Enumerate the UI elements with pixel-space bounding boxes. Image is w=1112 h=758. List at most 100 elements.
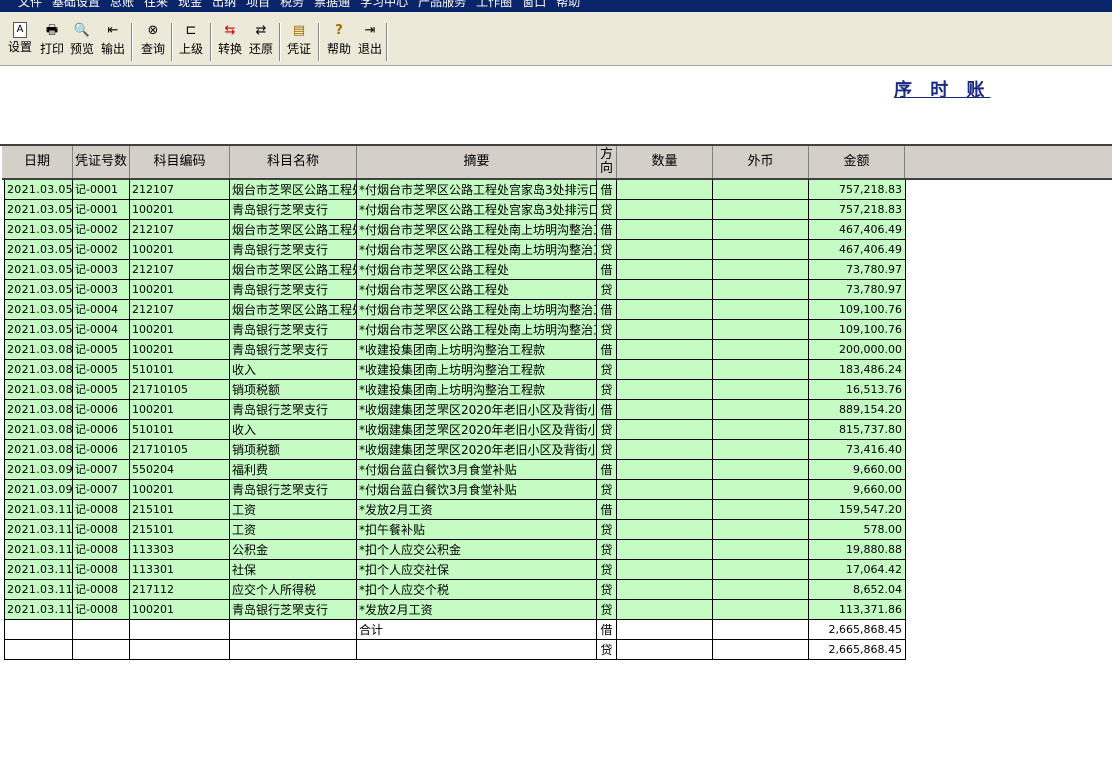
convert-button[interactable]: ⇆ 转换 bbox=[216, 22, 244, 62]
menu-item[interactable]: 出纳 bbox=[212, 0, 236, 8]
cell-voucher: 记-0005 bbox=[73, 340, 130, 360]
table-row[interactable]: 2021.03.08 记-0006 510101 收入 *收烟建集团芝罘区2020年老旧… bbox=[4, 420, 906, 440]
table-row[interactable]: 2021.03.08 记-0006 21710105 销项税额 *收烟建集团芝罘区202… bbox=[4, 440, 906, 460]
help-label: 帮助 bbox=[326, 42, 351, 56]
exit-button[interactable]: ⇥ 退出 bbox=[356, 22, 384, 62]
cell-summary bbox=[357, 640, 597, 660]
table-row[interactable]: 2021.03.08 记-0006 100201 青岛银行芝罘支行 *收烟建集团芝罘区2… bbox=[4, 400, 906, 420]
cell-foreign-currency bbox=[713, 460, 809, 480]
toolbar-separator bbox=[279, 23, 281, 61]
cell-date: 2021.03.05 bbox=[4, 260, 73, 280]
menu-item[interactable]: 工作圈 bbox=[476, 0, 512, 8]
voucher-button[interactable]: ▤ 凭证 bbox=[285, 22, 313, 62]
setup-button[interactable]: A 设置 bbox=[6, 22, 34, 62]
cell-date: 2021.03.05 bbox=[4, 220, 73, 240]
cell-date: 2021.03.11 bbox=[4, 600, 73, 620]
export-button[interactable]: ⇤ 输出 bbox=[99, 22, 127, 62]
table-row[interactable]: 2021.03.05 记-0001 100201 青岛银行芝罘支行 *付烟台市芝罘区公路… bbox=[4, 200, 906, 220]
menu-item[interactable]: 项目 bbox=[246, 0, 270, 8]
table-row[interactable]: 2021.03.05 记-0004 100201 青岛银行芝罘支行 *付烟台市芝罘区公路… bbox=[4, 320, 906, 340]
cell-voucher: 记-0005 bbox=[73, 360, 130, 380]
cell-foreign-currency bbox=[713, 400, 809, 420]
table-row[interactable]: 2021.03.05 记-0002 100201 青岛银行芝罘支行 *付烟台市芝罘区公路… bbox=[4, 240, 906, 260]
cell-quantity bbox=[617, 580, 713, 600]
total-row[interactable]: 贷 2,665,868.45 bbox=[4, 640, 906, 660]
table-row[interactable]: 2021.03.05 记-0003 100201 青岛银行芝罘支行 *付烟台市芝罘区公路… bbox=[4, 280, 906, 300]
table-row[interactable]: 2021.03.11 记-0008 215101 工资 *扣午餐补贴贷 578.00 bbox=[4, 520, 906, 540]
cell-quantity bbox=[617, 180, 713, 200]
query-label: 查询 bbox=[140, 42, 165, 56]
col-header-quantity[interactable]: 数量 bbox=[617, 146, 713, 178]
cell-voucher: 记-0008 bbox=[73, 560, 130, 580]
menu-item[interactable]: 税务 bbox=[280, 0, 304, 8]
cell-amount: 73,416.40 bbox=[809, 440, 906, 460]
table-row[interactable]: 2021.03.11 记-0008 113303 公积金 *扣个人应交公积金贷 19,88… bbox=[4, 540, 906, 560]
col-header-direction[interactable]: 方向 bbox=[597, 146, 617, 178]
cell-foreign-currency bbox=[713, 500, 809, 520]
menu-item[interactable]: 基础设置 bbox=[52, 0, 100, 8]
col-header-voucher[interactable]: 凭证号数 bbox=[73, 146, 130, 178]
cell-foreign-currency bbox=[713, 280, 809, 300]
table-row[interactable]: 2021.03.09 记-0007 100201 青岛银行芝罘支行 *付烟台蓝白餐饮3月… bbox=[4, 480, 906, 500]
cell-quantity bbox=[617, 400, 713, 420]
menu-item[interactable]: 帮助 bbox=[556, 0, 580, 8]
table-row[interactable]: 2021.03.08 记-0005 510101 收入 *收建投集团南上坊明沟整治工程款… bbox=[4, 360, 906, 380]
table-row[interactable]: 2021.03.11 记-0008 215101 工资 *发放2月工资借 159,547.… bbox=[4, 500, 906, 520]
col-header-foreign-currency[interactable]: 外币 bbox=[713, 146, 809, 178]
menu-item[interactable]: 总账 bbox=[110, 0, 134, 8]
col-header-account-name[interactable]: 科目名称 bbox=[230, 146, 357, 178]
menu-item[interactable]: 文件 bbox=[18, 0, 42, 8]
up-level-button[interactable]: ⊏ 上级 bbox=[177, 22, 205, 62]
cell-quantity bbox=[617, 440, 713, 460]
cell-voucher: 记-0008 bbox=[73, 500, 130, 520]
menu-item[interactable]: 往来 bbox=[144, 0, 168, 8]
col-header-date[interactable]: 日期 bbox=[2, 146, 73, 178]
table-row[interactable]: 2021.03.09 记-0007 550204 福利费 *付烟台蓝白餐饮3月食堂补贴借… bbox=[4, 460, 906, 480]
cell-summary: *收烟建集团芝罘区2020年老旧小区及背街小巷改造项目工程款 bbox=[357, 420, 597, 440]
col-header-summary[interactable]: 摘要 bbox=[357, 146, 597, 178]
menu-item[interactable]: 窗口 bbox=[522, 0, 546, 8]
cell-account-code: 212107 bbox=[130, 300, 230, 320]
table-row[interactable]: 2021.03.05 记-0004 212107 烟台市芝罘区公路工程处 *付烟台市芝罘… bbox=[4, 300, 906, 320]
table-row[interactable]: 2021.03.08 记-0005 21710105 销项税额 *收建投集团南上坊明沟整… bbox=[4, 380, 906, 400]
cell-summary: *付烟台蓝白餐饮3月食堂补贴 bbox=[357, 480, 597, 500]
cell-amount: 2,665,868.45 bbox=[809, 640, 906, 660]
cell-amount: 815,737.80 bbox=[809, 420, 906, 440]
cell-account-name: 应交个人所得税 bbox=[230, 580, 357, 600]
preview-button[interactable]: 🔍 预览 bbox=[68, 22, 96, 62]
cell-quantity bbox=[617, 480, 713, 500]
query-button[interactable]: ⊗ 查询 bbox=[139, 22, 167, 62]
menu-item[interactable]: 学习中心 bbox=[360, 0, 408, 8]
print-button[interactable]: 🖶 打印 bbox=[38, 22, 66, 62]
cell-account-code: 215101 bbox=[130, 520, 230, 540]
total-row[interactable]: 合计借 2,665,868.45 bbox=[4, 620, 906, 640]
cell-voucher: 记-0006 bbox=[73, 400, 130, 420]
cell-account-code: 212107 bbox=[130, 180, 230, 200]
cell-amount: 159,547.20 bbox=[809, 500, 906, 520]
table-row[interactable]: 2021.03.05 记-0003 212107 烟台市芝罘区公路工程处 *付烟台市芝罘… bbox=[4, 260, 906, 280]
cell-account-code: 21710105 bbox=[130, 380, 230, 400]
table-row[interactable]: 2021.03.11 记-0008 113301 社保 *扣个人应交社保贷 17,064.… bbox=[4, 560, 906, 580]
menu-item[interactable]: 票据通 bbox=[314, 0, 350, 8]
table-row[interactable]: 2021.03.08 记-0005 100201 青岛银行芝罘支行 *收建投集团南上坊明… bbox=[4, 340, 906, 360]
cell-direction: 贷 bbox=[597, 380, 617, 400]
restore-icon: ⇄ bbox=[255, 23, 267, 38]
cell-foreign-currency bbox=[713, 320, 809, 340]
help-button[interactable]: ? 帮助 bbox=[325, 22, 353, 62]
col-header-amount[interactable]: 金额 bbox=[809, 146, 905, 178]
toolbar-separator bbox=[386, 23, 388, 61]
cell-account-name bbox=[230, 620, 357, 640]
cell-foreign-currency bbox=[713, 600, 809, 620]
cell-date: 2021.03.05 bbox=[4, 300, 73, 320]
cell-direction: 贷 bbox=[597, 560, 617, 580]
col-header-account-code[interactable]: 科目编码 bbox=[130, 146, 230, 178]
table-row[interactable]: 2021.03.11 记-0008 217112 应交个人所得税 *扣个人应交个税贷 8,… bbox=[4, 580, 906, 600]
cell-voucher: 记-0005 bbox=[73, 380, 130, 400]
table-row[interactable]: 2021.03.11 记-0008 100201 青岛银行芝罘支行 *发放2月工资贷 11… bbox=[4, 600, 906, 620]
table-row[interactable]: 2021.03.05 记-0002 212107 烟台市芝罘区公路工程处 *付烟台市芝罘… bbox=[4, 220, 906, 240]
table-row[interactable]: 2021.03.05 记-0001 212107 烟台市芝罘区公路工程处 *付烟台市芝罘… bbox=[4, 180, 906, 200]
restore-button[interactable]: ⇄ 还原 bbox=[247, 22, 275, 62]
menu-item[interactable]: 产品服务 bbox=[418, 0, 466, 8]
restore-label: 还原 bbox=[248, 42, 273, 56]
menu-item[interactable]: 现金 bbox=[178, 0, 202, 8]
